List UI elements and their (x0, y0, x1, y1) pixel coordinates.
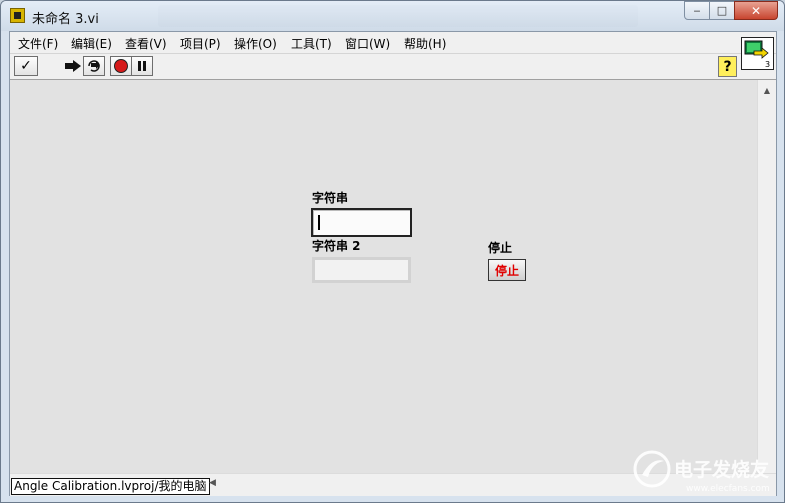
menu-bar: 文件(F) 编辑(E) 查看(V) 项目(P) 操作(O) 工具(T) 窗口(W… (10, 32, 776, 54)
window-title: 未命名 3.vi (32, 12, 99, 27)
watermark-url: www.elecfans.com (686, 484, 770, 494)
front-panel[interactable]: 字符串 字符串 2 停止 停止 (10, 80, 757, 473)
menu-window[interactable]: 窗口(W) (345, 35, 390, 52)
vi-icon-number: 3 (765, 60, 770, 69)
vi-client-area: 文件(F) 编辑(E) 查看(V) 项目(P) 操作(O) 工具(T) 窗口(W… (9, 31, 777, 496)
menu-tools[interactable]: 工具(T) (291, 35, 332, 52)
scroll-up-icon[interactable]: ▲ (758, 82, 776, 98)
stop-control-label: 停止 (488, 241, 513, 255)
project-path[interactable]: Angle Calibration.lvproj/我的电脑 (11, 478, 210, 495)
maximize-button[interactable]: □ (709, 1, 735, 20)
watermark-logo: 电子发烧友 www.elecfans.com (628, 449, 776, 497)
string-control[interactable] (311, 208, 412, 237)
minimize-button[interactable]: ‒ (684, 1, 710, 20)
string-control-input[interactable] (317, 213, 405, 231)
text-cursor (318, 215, 320, 230)
stop-button[interactable]: 停止 (488, 259, 526, 281)
background-window-title (158, 5, 638, 27)
vi-connector-icon[interactable]: 3 (741, 37, 774, 70)
menu-view[interactable]: 查看(V) (125, 35, 167, 52)
watermark-text: 电子发烧友 (674, 458, 769, 481)
menu-project[interactable]: 项目(P) (180, 35, 221, 52)
run-continuously-icon[interactable] (83, 56, 105, 76)
menu-edit[interactable]: 编辑(E) (71, 35, 112, 52)
abort-execution-icon[interactable] (110, 56, 132, 76)
toolbar: ✓ ? (10, 54, 776, 80)
labview-vi-icon (10, 8, 25, 23)
vertical-scrollbar[interactable]: ▲ (757, 80, 776, 473)
string-indicator (312, 257, 411, 283)
scroll-left-icon[interactable]: ◀ (209, 478, 216, 488)
context-help-icon[interactable]: ? (718, 56, 737, 77)
vi-window: 未命名 3.vi ‒ □ ✕ 文件(F) 编辑(E) 查看(V) 项目(P) 操… (0, 0, 785, 503)
check-icon[interactable]: ✓ (14, 56, 38, 76)
menu-help[interactable]: 帮助(H) (404, 35, 446, 52)
title-bar[interactable]: 未命名 3.vi ‒ □ ✕ (1, 1, 784, 31)
pause-icon[interactable] (131, 56, 153, 76)
menu-operate[interactable]: 操作(O) (234, 35, 277, 52)
string-indicator-label: 字符串 2 (312, 239, 361, 253)
string-control-label: 字符串 (312, 191, 349, 205)
window-controls: ‒ □ ✕ (684, 1, 778, 20)
run-arrow-icon[interactable] (62, 56, 84, 76)
close-button[interactable]: ✕ (734, 1, 778, 20)
menu-file[interactable]: 文件(F) (18, 35, 58, 52)
